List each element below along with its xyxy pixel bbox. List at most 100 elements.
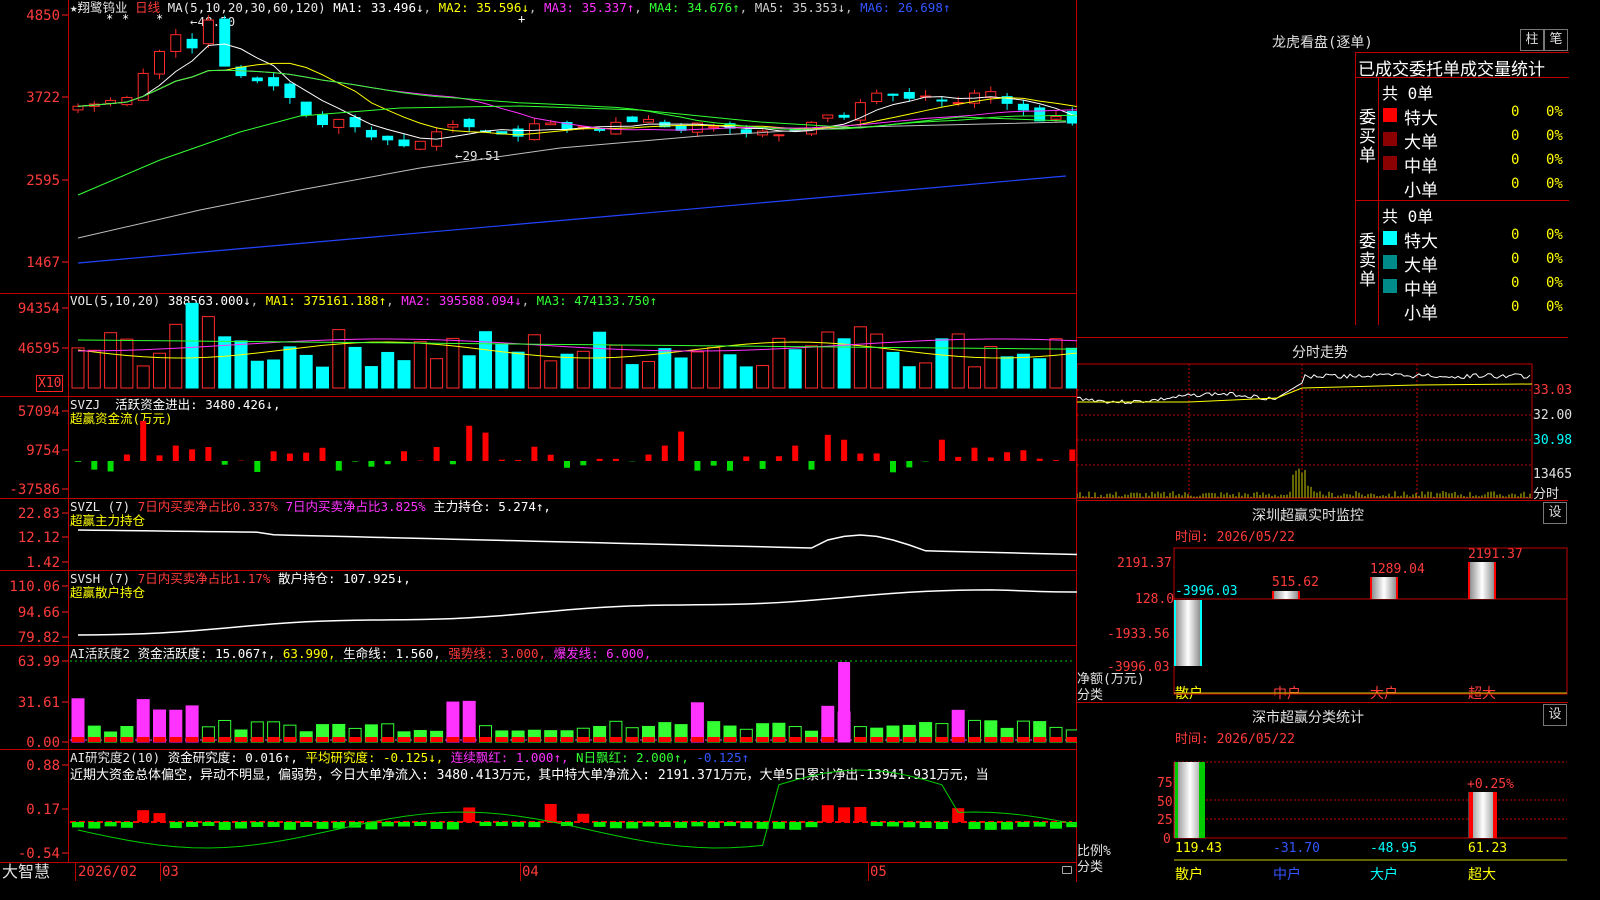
star-marker: *: [156, 12, 163, 26]
volume-bar: [332, 329, 346, 389]
flow-bar: [808, 461, 815, 470]
research-bar: [984, 822, 997, 830]
research-bar: [577, 813, 590, 822]
activity-base: [577, 737, 590, 742]
activity-base: [642, 737, 655, 742]
main-hold-line: [77, 529, 1077, 556]
flow-bar: [189, 449, 196, 461]
flow-bar: [955, 456, 962, 461]
candle-body: [643, 118, 654, 123]
candle-body: [1050, 115, 1062, 120]
flow-bar: [824, 434, 831, 461]
flow-bar: [75, 461, 81, 462]
research-bar: [658, 822, 671, 828]
activity-base: [1050, 737, 1062, 742]
research-bar: [381, 822, 394, 827]
activity-base: [235, 737, 247, 742]
flow-bar: [547, 454, 554, 461]
research-bar: [870, 822, 883, 827]
research-bar: [772, 822, 785, 829]
flow-bar: [1020, 450, 1027, 461]
activity-base: [952, 737, 965, 742]
flow-bar: [384, 461, 391, 465]
volume-bar: [576, 350, 590, 389]
activity-base: [544, 737, 557, 742]
candle-body: [447, 124, 459, 128]
volume-bar: [625, 364, 639, 389]
flow-bar: [890, 461, 896, 473]
research-bar: [919, 822, 932, 829]
flow-bar: [1004, 452, 1011, 461]
activity-base: [332, 737, 345, 742]
research-bar: [1033, 822, 1046, 827]
activity-base: [593, 737, 606, 742]
activity-base: [88, 737, 101, 742]
candle-body: [838, 114, 850, 118]
price-line: [1077, 373, 1531, 405]
chart-area[interactable]: 4850 3722 2595 1467 94354 46595 X10 5709…: [0, 0, 1077, 882]
volume-bar: [218, 336, 232, 389]
research-bar: [789, 822, 802, 830]
volume-bar: [316, 366, 329, 389]
flow-bar: [1053, 460, 1059, 461]
flow-bar: [319, 447, 326, 461]
research-bar: [186, 822, 199, 827]
flow-bar: [123, 454, 130, 461]
research-bar: [691, 822, 704, 827]
star-marker: *: [122, 12, 129, 26]
flow-bar: [221, 461, 228, 465]
flow-bar: [971, 447, 978, 461]
activity-base: [870, 737, 883, 742]
volume-bar: [919, 362, 933, 389]
flow-bar: [678, 431, 685, 461]
right-svg: [1077, 363, 1568, 861]
activity-base: [120, 737, 133, 742]
bar-edge: [1468, 562, 1470, 599]
flow-bar: [401, 451, 407, 461]
flow-bar: [727, 461, 733, 471]
candle-body: [871, 92, 883, 102]
activity-base: [381, 737, 394, 742]
candle-body: [936, 99, 948, 102]
flow-bar: [531, 446, 538, 461]
activity-base: [658, 737, 671, 742]
volume-bar: [560, 353, 574, 389]
activity-bar: [185, 705, 199, 743]
research-bar: [805, 822, 818, 828]
flow-bar: [857, 453, 864, 461]
volume-bar: [984, 346, 998, 389]
activity-base: [251, 737, 264, 742]
activity-base: [675, 737, 688, 742]
research-bar: [104, 822, 117, 827]
ma60-line: [77, 121, 1067, 239]
flow-bar: [254, 461, 261, 472]
bar-edge: [1200, 600, 1202, 666]
candle-body: [219, 18, 231, 67]
volume-bar: [234, 340, 248, 389]
volume-bar: [397, 360, 411, 389]
flow-bar: [906, 461, 913, 468]
activity-base: [887, 737, 899, 742]
research-bar: [593, 822, 606, 827]
flow-bar: [449, 461, 456, 465]
research-bar: [528, 822, 541, 828]
candle-body: [545, 122, 557, 126]
activity-base: [919, 737, 932, 742]
research-bar: [724, 822, 736, 827]
bar-edge: [1272, 591, 1274, 599]
activity-base: [854, 737, 867, 742]
flow-bar: [710, 461, 717, 466]
activity-base: [1001, 737, 1014, 742]
volume-bar: [1033, 358, 1047, 389]
volume-bar: [381, 351, 395, 389]
research-bar: [235, 822, 247, 829]
volume-bar: [853, 326, 867, 389]
activity-base: [1017, 737, 1030, 742]
activity-bar: [446, 701, 460, 743]
volume-bar: [544, 360, 558, 389]
candle-body: [154, 51, 165, 75]
activity-base: [1066, 737, 1077, 742]
volume-bar: [902, 366, 916, 389]
flow-bar: [286, 453, 293, 461]
ma-line: [77, 69, 1077, 131]
